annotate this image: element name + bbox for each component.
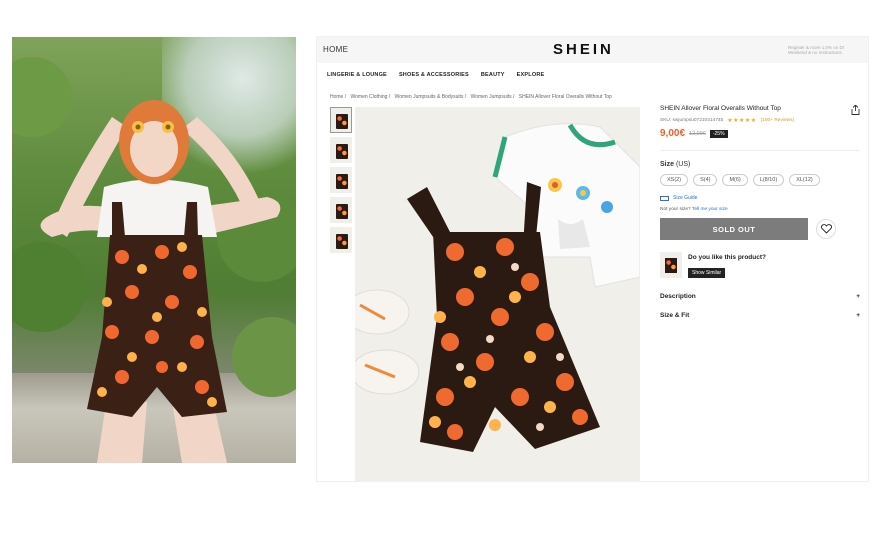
- nav-item-explore[interactable]: EXPLORE: [517, 72, 545, 78]
- divider: [660, 150, 860, 151]
- size-label: Size (US): [660, 161, 860, 168]
- category-nav: LINGERIE & LOUNGE SHOES & ACCESSORIES BE…: [327, 72, 544, 78]
- description-label: Description: [660, 293, 696, 300]
- breadcrumb-jumpsuits[interactable]: Women Jumpsuits /: [471, 94, 515, 100]
- breadcrumb-jumpsuits-bodysuits[interactable]: Women Jumpsuits & Bodysuits /: [395, 94, 467, 100]
- thumbnail-strip: [330, 107, 352, 257]
- model-illustration: [12, 57, 296, 463]
- similar-thumbnail: [660, 252, 682, 278]
- price-row: 9,00€ 12,00€ -25%: [660, 128, 860, 139]
- size-options: XS(2) S(4) M(6) L(8/10) XL(12): [660, 174, 860, 186]
- thumbnail-1[interactable]: [330, 107, 352, 133]
- breadcrumb: Home / Women Clothing / Women Jumpsuits …: [330, 94, 615, 100]
- current-price: 9,00€: [660, 128, 686, 139]
- not-your-size: Not your size? Tell me your size: [660, 207, 860, 212]
- like-question: Do you like this product?: [688, 254, 767, 261]
- heart-icon: [820, 224, 832, 234]
- description-accordion[interactable]: Description +: [660, 293, 860, 300]
- reviews-link[interactable]: (100+ Reviews): [761, 118, 794, 123]
- thumbnail-4[interactable]: [330, 197, 352, 223]
- wishlist-button[interactable]: [816, 219, 836, 239]
- size-option-xs[interactable]: XS(2): [660, 174, 689, 186]
- sku-text: SKU: swjumpsu07210414745: [660, 118, 724, 123]
- model-photo: [12, 37, 296, 463]
- size-guide-link[interactable]: Size Guide: [660, 195, 860, 201]
- breadcrumb-women-clothing[interactable]: Women Clothing /: [351, 94, 391, 100]
- rating-stars: ★★★★★: [727, 118, 757, 124]
- top-bar: HOME SHEIN Register & more 1.0% on Dr We…: [317, 37, 868, 63]
- ruler-icon: [660, 195, 669, 201]
- nav-item-shoes[interactable]: SHOES & ACCESSORIES: [399, 72, 469, 78]
- similar-products-prompt: Do you like this product? Show Similar: [660, 252, 860, 279]
- main-product-image[interactable]: [355, 107, 640, 481]
- size-fit-expand-icon: +: [856, 312, 860, 319]
- size-option-l[interactable]: L(8/10): [752, 174, 785, 186]
- discount-badge: -25%: [709, 129, 728, 138]
- size-label-text: Size: [660, 161, 675, 168]
- show-similar-button[interactable]: Show Similar: [688, 268, 726, 278]
- thumbnail-3[interactable]: [330, 167, 352, 193]
- overalls-illustration: [355, 123, 640, 452]
- sold-out-button[interactable]: SOLD OUT: [660, 218, 808, 240]
- thumbnail-5[interactable]: [330, 227, 352, 253]
- size-option-xl[interactable]: XL(12): [789, 174, 820, 186]
- description-expand-icon: +: [856, 293, 860, 300]
- not-your-size-text: Not your size?: [660, 207, 691, 212]
- size-unit: (US): [675, 161, 691, 168]
- sku-rating-row: SKU: swjumpsu07210414745 ★★★★★ (100+ Rev…: [660, 117, 860, 124]
- home-link[interactable]: HOME: [323, 45, 348, 54]
- sign-in-promo[interactable]: Register & more 1.0% on Dr Weekend & no …: [788, 45, 860, 55]
- size-fit-label: Size & Fit: [660, 312, 690, 319]
- nav-item-lingerie[interactable]: LINGERIE & LOUNGE: [327, 72, 387, 78]
- nav-item-beauty[interactable]: BEAUTY: [481, 72, 505, 78]
- size-option-m[interactable]: M(6): [722, 174, 748, 186]
- breadcrumb-home[interactable]: Home /: [330, 94, 346, 100]
- product-title: SHEIN Allover Floral Overalls Without To…: [660, 105, 781, 112]
- size-fit-accordion[interactable]: Size & Fit +: [660, 312, 860, 319]
- product-info: SHEIN Allover Floral Overalls Without To…: [660, 105, 860, 319]
- share-icon[interactable]: [851, 105, 860, 115]
- tell-me-your-size-link[interactable]: Tell me your size: [692, 207, 728, 212]
- size-guide-text: Size Guide: [673, 195, 698, 201]
- purchase-actions: SOLD OUT: [660, 218, 860, 240]
- breadcrumb-current: SHEIN Allover Floral Overalls Without To…: [518, 94, 612, 100]
- shein-logo[interactable]: SHEIN: [553, 41, 614, 58]
- original-price: 12,00€: [689, 130, 706, 137]
- product-page: HOME SHEIN Register & more 1.0% on Dr We…: [317, 37, 868, 481]
- thumbnail-2[interactable]: [330, 137, 352, 163]
- size-option-s[interactable]: S(4): [693, 174, 718, 186]
